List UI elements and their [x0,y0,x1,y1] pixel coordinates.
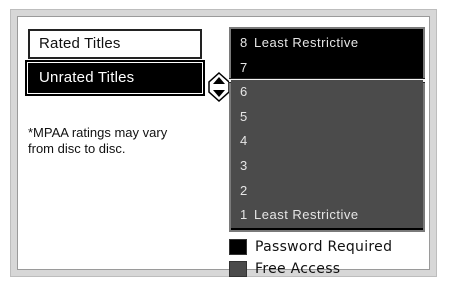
rating-level-number: 6 [240,84,248,100]
rating-level-number: 4 [240,133,248,149]
rating-level-8[interactable]: 8 Least Restrictive [231,31,423,56]
rating-level-label: Least Restrictive [254,207,359,223]
rating-level-2[interactable]: 2 [231,178,423,204]
rating-level-number: 8 [240,35,248,50]
free-access-swatch [229,261,247,277]
rating-level-4[interactable]: 4 [231,129,423,154]
password-required-swatch [229,239,247,255]
rated-titles-button[interactable]: Rated Titles [28,29,202,59]
up-down-arrows-icon[interactable] [208,71,230,103]
free-access-label: Free Access [255,261,341,277]
rating-level-number: 7 [240,59,248,75]
unrated-titles-button[interactable]: Unrated Titles [25,60,205,96]
parental-control-screen: Rated Titles Unrated Titles *MPAA rating… [10,9,437,277]
rating-level-3[interactable]: 3 [231,154,423,179]
settings-panel: Rated Titles Unrated Titles *MPAA rating… [17,16,430,277]
mpaa-note: *MPAA ratings may vary from disc to disc… [28,125,168,156]
rating-level-number: 2 [240,182,248,198]
rating-level-list[interactable]: 8 Least Restrictive 7 6 5 4 3 2 1 Least Restricti… [229,27,425,232]
rating-level-5[interactable]: 5 [231,104,423,130]
rating-level-number: 1 [240,207,248,223]
rating-level-7[interactable]: 7 [229,55,425,83]
rating-level-label: Least Restrictive [254,35,359,50]
rating-level-6[interactable]: 6 [231,80,423,105]
rating-level-1[interactable]: 1 Least Restrictive [231,203,423,228]
password-required-label: Password Required [255,239,393,255]
rating-level-number: 5 [240,108,248,124]
rating-level-number: 3 [240,158,248,173]
